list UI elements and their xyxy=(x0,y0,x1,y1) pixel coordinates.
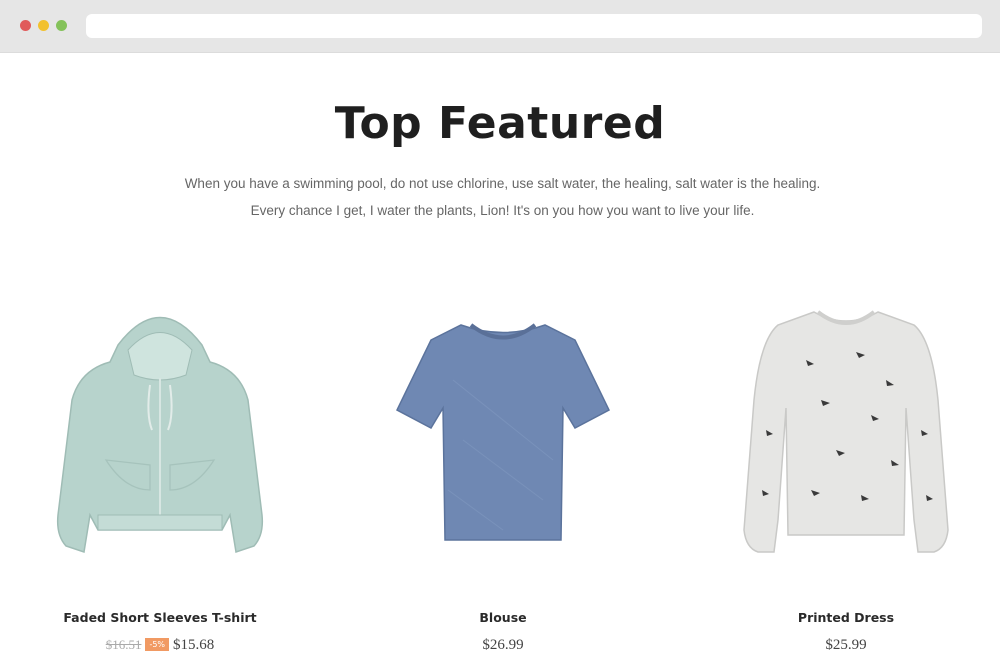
product-image-hoodie[interactable] xyxy=(10,290,310,570)
discount-badge: -5% xyxy=(145,638,170,651)
product-name[interactable]: Blouse xyxy=(353,610,653,625)
product-price-row: $16.51 -5% $15.68 xyxy=(10,637,310,654)
product-price: $25.99 xyxy=(825,637,867,653)
product-name[interactable]: Printed Dress xyxy=(696,610,996,625)
product-price: $26.99 xyxy=(482,637,524,653)
product-image-tshirt[interactable] xyxy=(353,290,653,570)
address-bar[interactable] xyxy=(86,14,982,38)
close-window-dot[interactable] xyxy=(20,20,31,31)
product-card[interactable]: Blouse $26.99 xyxy=(353,290,653,665)
section-title: Top Featured xyxy=(334,98,666,149)
browser-chrome xyxy=(0,0,1000,53)
old-price: $16.51 xyxy=(105,637,142,652)
product-card[interactable]: Faded Short Sleeves T-shirt $16.51 -5% $15… xyxy=(10,290,310,665)
section-description: When you have a swimming pool, do not us… xyxy=(184,176,821,218)
product-price-row: $26.99 xyxy=(353,637,653,654)
product-price-row: $25.99 xyxy=(696,637,996,654)
minimize-window-dot[interactable] xyxy=(38,20,49,31)
product-image-sweatshirt[interactable] xyxy=(696,290,996,570)
product-price: $15.68 xyxy=(173,637,215,653)
product-card[interactable]: Printed Dress $25.99 xyxy=(696,290,996,665)
maximize-window-dot[interactable] xyxy=(56,20,67,31)
product-name[interactable]: Faded Short Sleeves T-shirt xyxy=(10,610,310,625)
